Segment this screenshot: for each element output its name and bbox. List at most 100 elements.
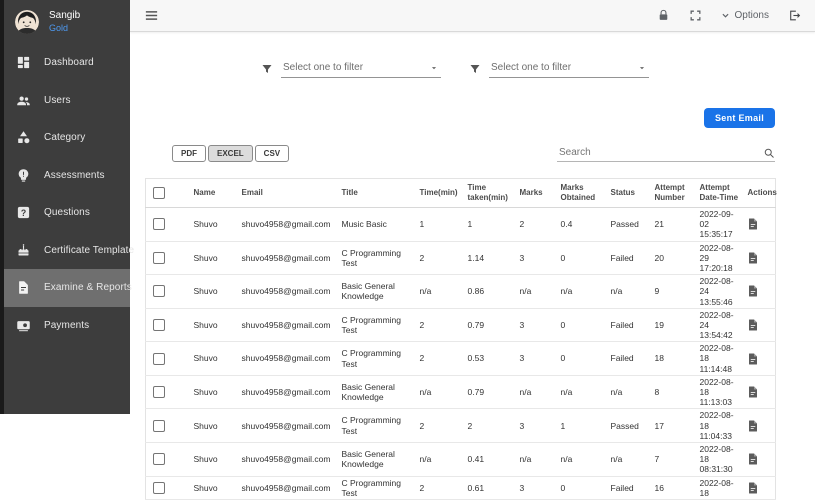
assessments-icon [16, 168, 31, 183]
cell-attempt-datetime: 2022-09-02 15:35:17 [697, 208, 745, 242]
export-button-excel[interactable]: EXCEL [208, 145, 253, 162]
report-document-icon[interactable] [748, 252, 773, 264]
export-button-pdf[interactable]: PDF [172, 145, 206, 162]
column-header-status[interactable]: Status [608, 179, 652, 208]
options-dropdown[interactable]: Options [721, 10, 769, 21]
report-document-icon[interactable] [748, 386, 773, 398]
row-checkbox[interactable] [153, 252, 165, 264]
cell-marks-obtained: 0 [558, 241, 608, 275]
cell-time-min: 2 [417, 308, 465, 342]
sidebar-item-category[interactable]: Category [0, 119, 130, 157]
sidebar-item-label: Questions [44, 207, 90, 218]
fullscreen-icon[interactable] [689, 9, 702, 22]
row-checkbox[interactable] [153, 482, 165, 494]
cell-time-taken: 0.79 [465, 308, 517, 342]
sidebar-item-users[interactable]: Users [0, 82, 130, 120]
cell-marks-obtained: 0 [558, 308, 608, 342]
column-header-marks-obtained[interactable]: Marks Obtained [558, 179, 608, 208]
attempt-time: 11:14:48 [700, 364, 742, 374]
sidebar-item-questions[interactable]: ? Questions [0, 194, 130, 232]
select-all-checkbox[interactable] [153, 187, 165, 199]
cell-marks: n/a [517, 442, 558, 476]
cell-attempt-datetime: 2022-08-18 11:13:03 [697, 375, 745, 409]
filter-group-1: Select one to filter [261, 62, 441, 78]
filter-icon [261, 63, 273, 75]
report-document-icon[interactable] [748, 353, 773, 365]
row-checkbox[interactable] [153, 453, 165, 465]
sidebar-item-certificate-template[interactable]: Certificate Template [0, 232, 130, 270]
cell-time-min: 2 [417, 342, 465, 376]
filter-icon [469, 63, 481, 75]
cell-attempt-datetime: 2022-08-18 08:31:30 [697, 442, 745, 476]
cell-marks: n/a [517, 375, 558, 409]
sent-email-button[interactable]: Sent Email [704, 108, 775, 128]
sidebar-item-label: Certificate Template [44, 245, 134, 256]
row-checkbox[interactable] [153, 319, 165, 331]
table-toolbar: PDF EXCEL CSV [145, 145, 775, 162]
cell-marks-obtained: n/a [558, 275, 608, 309]
filter-select-2[interactable]: Select one to filter [489, 62, 649, 78]
cell-attempt-number: 16 [652, 476, 697, 499]
category-icon [16, 130, 31, 145]
main-area: Options Select one to filter [130, 0, 815, 414]
report-document-icon[interactable] [748, 453, 773, 465]
sidebar-item-label: Payments [44, 320, 89, 331]
sidebar-item-dashboard[interactable]: Dashboard [0, 44, 130, 82]
column-header-title[interactable]: Title [339, 179, 417, 208]
report-document-icon[interactable] [748, 482, 773, 494]
row-checkbox[interactable] [153, 285, 165, 297]
row-checkbox[interactable] [153, 218, 165, 230]
column-header-email[interactable]: Email [239, 179, 339, 208]
sidebar-item-examine-reports[interactable]: Examine & Reports [0, 269, 130, 307]
column-header-attempt-number[interactable]: Attempt Number [652, 179, 697, 208]
cell-marks-obtained: 0 [558, 342, 608, 376]
attempt-time: 11:13:03 [700, 397, 742, 407]
column-header-attempt-date-time[interactable]: Attempt Date-Time [697, 179, 745, 208]
cell-attempt-datetime: 2022-08-24 13:55:46 [697, 275, 745, 309]
report-document-icon[interactable] [748, 285, 773, 297]
logout-icon[interactable] [788, 9, 801, 22]
cell-name: Shuvo [191, 275, 239, 309]
cell-marks-obtained: 0.4 [558, 208, 608, 242]
row-checkbox[interactable] [153, 353, 165, 365]
cell-attempt-number: 21 [652, 208, 697, 242]
dropdown-arrow-icon [429, 63, 439, 73]
attempt-date: 2022-08-18 [700, 444, 742, 464]
cell-time-taken: 0.79 [465, 375, 517, 409]
report-document-icon[interactable] [748, 420, 773, 432]
user-panel: Sangib Gold [0, 0, 130, 44]
row-checkbox[interactable] [153, 386, 165, 398]
attempt-time: 15:35:17 [700, 229, 742, 239]
lock-icon[interactable] [657, 9, 670, 22]
export-button-csv[interactable]: CSV [255, 145, 289, 162]
cell-title: C Programming Test [339, 342, 417, 376]
report-document-icon[interactable] [748, 319, 773, 331]
cell-attempt-datetime: 2022-08-24 13:54:42 [697, 308, 745, 342]
column-header-actions[interactable]: Actions [745, 179, 776, 208]
cell-name: Shuvo [191, 208, 239, 242]
cell-attempt-datetime: 2022-08-18 [697, 476, 745, 499]
search-input[interactable] [557, 147, 763, 159]
cell-time-taken: 0.41 [465, 442, 517, 476]
svg-text:?: ? [21, 208, 26, 218]
column-header-time-min[interactable]: Time(min) [417, 179, 465, 208]
report-document-icon[interactable] [748, 218, 773, 230]
cell-status: n/a [608, 375, 652, 409]
user-avatar [15, 10, 39, 34]
row-checkbox[interactable] [153, 420, 165, 432]
menu-icon[interactable] [144, 8, 159, 23]
sidebar-item-label: Assessments [44, 170, 105, 181]
export-buttons: PDF EXCEL CSV [172, 145, 289, 162]
column-header-time-taken-min[interactable]: Time taken(min) [465, 179, 517, 208]
filter-select-1[interactable]: Select one to filter [281, 62, 441, 78]
sidebar-item-payments[interactable]: Payments [0, 307, 130, 345]
reports-icon [16, 280, 31, 295]
user-info: Sangib Gold [49, 10, 80, 33]
column-header-marks[interactable]: Marks [517, 179, 558, 208]
column-header-name[interactable]: Name [191, 179, 239, 208]
cell-attempt-number: 9 [652, 275, 697, 309]
cell-attempt-number: 20 [652, 241, 697, 275]
sidebar-item-assessments[interactable]: Assessments [0, 157, 130, 195]
table-row: Shuvo shuvo4958@gmail.com C Programming … [146, 308, 776, 342]
sidebar: Sangib Gold Dashboard Users Category [0, 0, 130, 414]
